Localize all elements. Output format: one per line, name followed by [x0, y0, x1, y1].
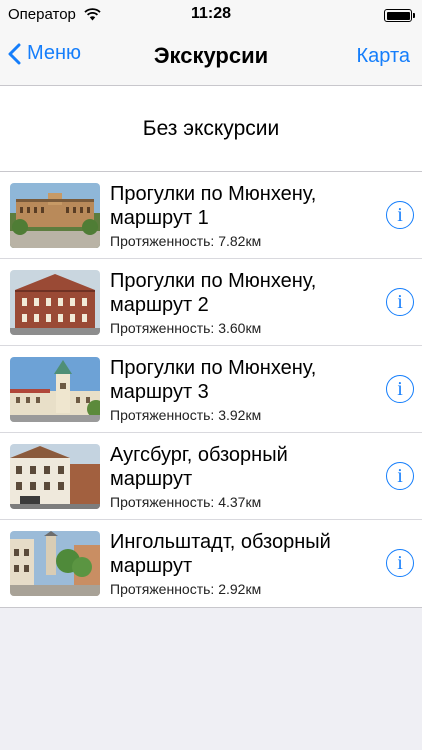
status-bar: Оператор 11:28	[0, 0, 422, 30]
info-icon[interactable]: i	[386, 375, 414, 403]
tour-title: Прогулки по Мюнхену, маршрут 2	[110, 270, 317, 316]
tour-title: Ингольштадт, обзорный маршрут	[110, 531, 331, 577]
map-button[interactable]: Карта	[356, 45, 410, 68]
tour-row[interactable]: Ингольштадт, обзорный маршрут Протяженно…	[0, 520, 422, 607]
no-tour-label: Без экскурсии	[142, 116, 280, 140]
tower-building-photo	[10, 357, 100, 422]
tour-title: Прогулки по Мюнхену, маршрут 1	[110, 183, 317, 229]
augsburg-street-photo	[10, 444, 100, 509]
back-button-label: Меню	[27, 42, 82, 64]
tour-length: Протяженность: 7.82км	[110, 233, 262, 249]
navigation-bar: Меню Экскурсии Карта	[0, 30, 422, 86]
info-icon[interactable]: i	[386, 462, 414, 490]
chevron-left-icon	[8, 43, 21, 64]
tour-row[interactable]: Прогулки по Мюнхену, маршрут 2 Протяженн…	[0, 259, 422, 346]
munich-palace-photo	[10, 183, 100, 248]
back-button[interactable]: Меню	[8, 42, 81, 65]
tour-title: Прогулки по Мюнхену, маршрут 3	[110, 357, 317, 403]
tour-title: Аугсбург, обзорный маршрут	[110, 444, 288, 490]
tour-row[interactable]: Прогулки по Мюнхену, маршрут 3 Протяженн…	[0, 346, 422, 433]
status-time: 11:28	[190, 5, 232, 22]
tour-row[interactable]: Аугсбург, обзорный маршрут Протяженность…	[0, 433, 422, 520]
info-icon[interactable]: i	[386, 201, 414, 229]
tour-length: Протяженность: 3.92км	[110, 407, 262, 423]
battery-icon	[384, 9, 415, 22]
tour-length: Протяженность: 4.37км	[110, 494, 262, 510]
tour-row[interactable]: Прогулки по Мюнхену, маршрут 1 Протяженн…	[0, 172, 422, 259]
info-icon[interactable]: i	[386, 288, 414, 316]
tour-length: Протяженность: 2.92км	[110, 581, 262, 597]
no-tour-row[interactable]: Без экскурсии	[0, 86, 422, 172]
red-brick-building-photo	[10, 270, 100, 335]
tour-list: Без экскурсии Прогулки по Мюнхену, маршр…	[0, 86, 422, 608]
ingolstadt-street-photo	[10, 531, 100, 596]
info-icon[interactable]: i	[386, 549, 414, 577]
tour-length: Протяженность: 3.60км	[110, 320, 262, 336]
